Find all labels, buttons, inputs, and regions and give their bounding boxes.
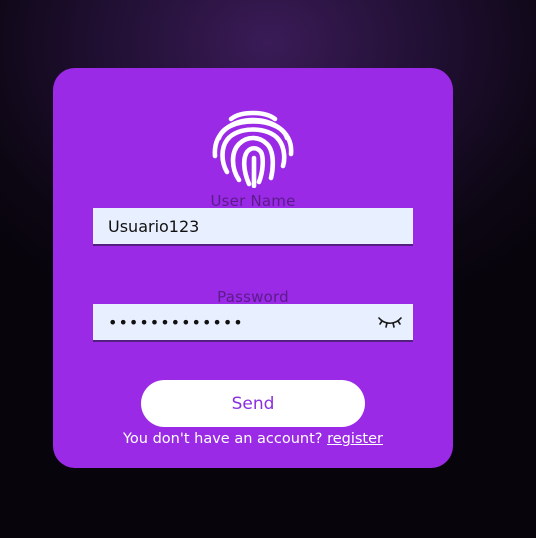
login-card: User Name Password Send You don't have a… — [53, 68, 453, 468]
register-link[interactable]: register — [327, 431, 383, 447]
username-field-container — [93, 208, 413, 246]
password-field-container — [93, 304, 413, 342]
send-button[interactable]: Send — [141, 380, 365, 427]
username-input[interactable] — [93, 208, 413, 244]
register-prompt: You don't have an account? register — [53, 431, 453, 447]
fingerprint-icon — [212, 110, 294, 188]
eye-closed-icon[interactable] — [377, 315, 403, 329]
register-prompt-text: You don't have an account? — [122, 431, 323, 447]
password-input[interactable] — [93, 304, 413, 340]
